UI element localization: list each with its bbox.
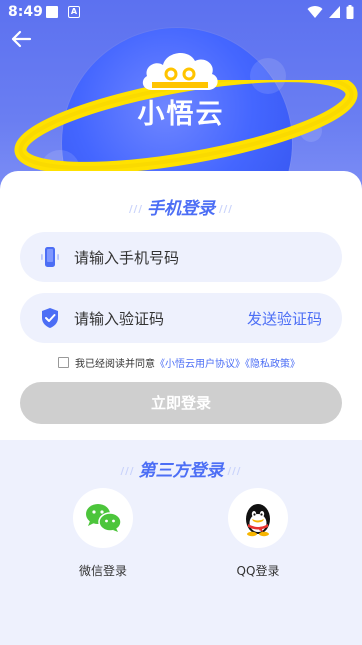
code-field[interactable]: 请输入验证码 发送验证码 [20, 293, 342, 343]
notification-square-icon [46, 6, 58, 18]
login-title: /// 手机登录 /// [0, 194, 362, 219]
title-deco-left: /// [129, 203, 143, 215]
title-deco-left: /// [120, 465, 135, 477]
agreement-prefix: 我已经阅读并同意 [75, 359, 155, 370]
user-agreement-link[interactable]: 《小悟云用户协议》 [155, 359, 245, 370]
phone-field[interactable]: 请输入手机号码 [20, 232, 342, 282]
hero-banner: 小悟云 [0, 0, 362, 200]
third-party-title-text: 第三方登录 [138, 461, 224, 481]
shield-check-icon [42, 308, 58, 328]
wifi-icon [307, 6, 323, 19]
third-party-title: ///第三方登录/// [0, 456, 362, 481]
battery-icon [346, 5, 354, 19]
title-deco-right: /// [227, 465, 242, 477]
wechat-login-button[interactable] [73, 488, 133, 548]
wechat-login-label: 微信登录 [78, 564, 127, 578]
signal-icon [329, 6, 340, 18]
qq-icon [246, 504, 270, 537]
wechat-icon [86, 504, 122, 532]
status-time: 8:49 [8, 4, 43, 20]
title-deco-right: /// [219, 203, 233, 215]
back-arrow-icon[interactable] [10, 28, 32, 50]
code-input[interactable]: 请输入验证码 [74, 308, 164, 329]
agreement-row: 我已经阅读并同意《小悟云用户协议》《隐私政策》 [58, 355, 300, 370]
agreement-checkbox[interactable] [58, 357, 69, 368]
login-submit-button[interactable]: 立即登录 [20, 382, 342, 424]
cloud-logo-icon [142, 53, 218, 90]
login-title-text: 手机登录 [147, 199, 215, 219]
brand-name: 小悟云 [137, 99, 225, 130]
phone-input[interactable]: 请输入手机号码 [74, 247, 179, 268]
status-bar: 8:49 A [0, 0, 362, 24]
qq-login-button[interactable] [228, 488, 288, 548]
qq-login-label: QQ登录 [236, 564, 280, 578]
phone-icon [41, 247, 59, 267]
status-icons [307, 5, 354, 19]
privacy-policy-link[interactable]: 《隐私政策》 [245, 359, 300, 370]
notification-a-icon: A [68, 6, 80, 18]
send-code-button[interactable]: 发送验证码 [247, 308, 322, 329]
